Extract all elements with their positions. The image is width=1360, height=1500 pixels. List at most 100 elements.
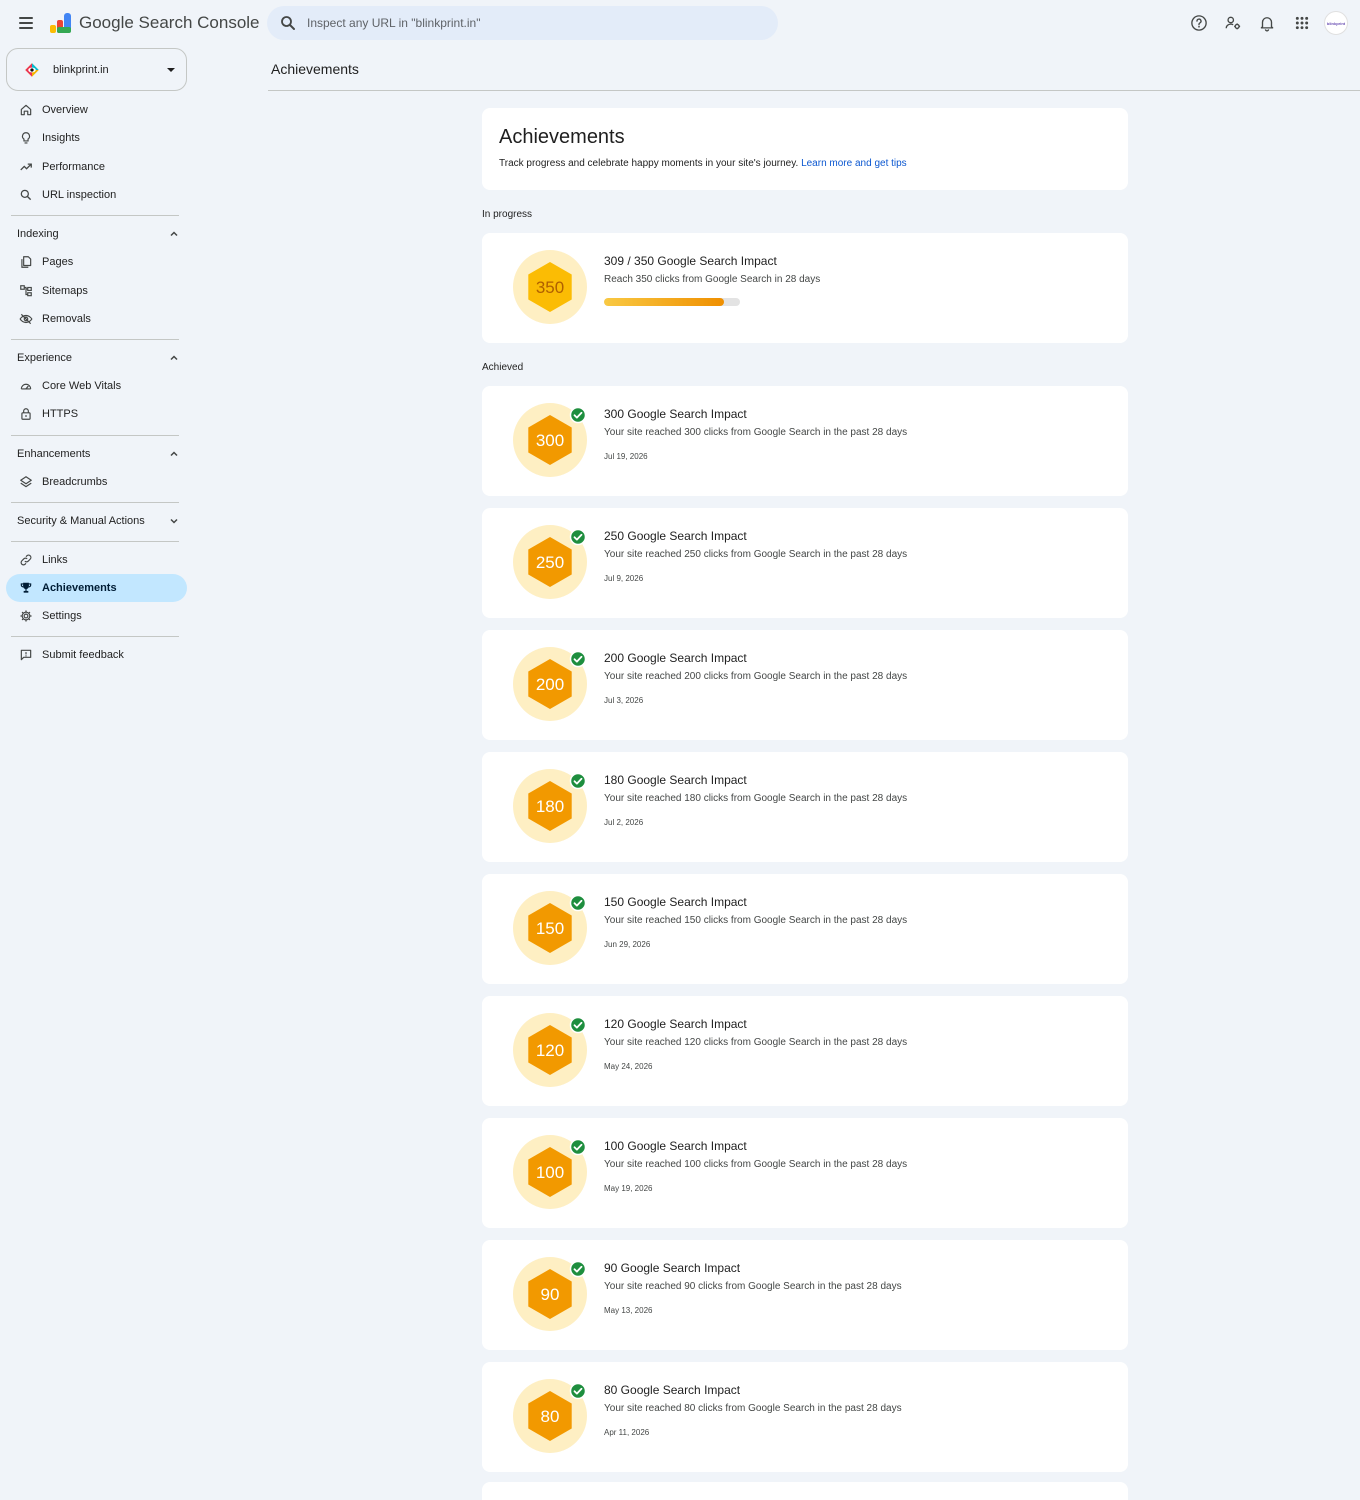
achievement-title: 250 Google Search Impact [604,529,747,543]
sidebar-item-performance[interactable]: Performance [6,153,187,181]
caret-down-icon [167,68,175,72]
apps-grid-icon[interactable] [1291,12,1313,34]
header-subtitle: Track progress and celebrate happy momen… [499,158,907,169]
chevron-up-icon [170,355,178,361]
sidebar-item-https[interactable]: HTTPS [6,400,187,428]
url-inspection-search[interactable] [267,6,778,40]
chevron-down-icon [170,518,178,524]
hexagon-badge-icon: 300 [513,403,587,477]
hexagon-badge-icon: 200 [513,647,587,721]
main-menu-button[interactable] [14,11,38,35]
hexagon-badge-icon: 150 [513,891,587,965]
manage-users-icon[interactable] [1222,12,1244,34]
achievement-date: May 19, 2026 [604,1184,653,1193]
achievement-description: Your site reached 180 clicks from Google… [604,793,908,804]
hexagon-badge-icon: 180 [513,769,587,843]
sidebar-section-enhancements[interactable]: Enhancements [6,442,187,466]
sidebar-item-label: Achievements [42,582,117,594]
check-circle-icon [569,894,587,912]
property-selector[interactable]: blinkprint.in [6,48,187,91]
avatar-text: blinkprint [1326,20,1346,26]
hexagon-badge-icon: 100 [513,1135,587,1209]
settings-icon [18,608,34,624]
achievement-date: Jun 29, 2026 [604,940,651,949]
achievement-title: 150 Google Search Impact [604,895,747,909]
achievement-card: 120 120 Google Search Impact Your site rea… [482,996,1128,1106]
sidebar-item-pages[interactable]: Pages [6,248,187,276]
property-name: blinkprint.in [53,64,109,76]
sidebar-item-achievements[interactable]: Achievements [6,574,187,602]
sidebar-item-submit-feedback[interactable]: Submit feedback [6,641,187,669]
achievement-card: 80 80 Google Search Impact Your site reach… [482,1362,1128,1472]
sidebar-item-insights[interactable]: Insights [6,124,187,152]
sidebar-item-label: Insights [42,132,80,144]
sidebar-item-removals[interactable]: Removals [6,305,187,333]
trending-up-icon [18,159,34,175]
achievement-description: Your site reached 120 clicks from Google… [604,1037,908,1048]
sidebar-section-indexing[interactable]: Indexing [6,222,187,246]
achievement-card: 300 300 Google Search Impact Your site rea… [482,386,1128,496]
layers-icon [18,474,34,490]
learn-more-link[interactable]: Learn more and get tips [801,158,907,169]
sidebar-item-label: HTTPS [42,408,79,420]
sidebar-divider [11,636,179,637]
sidebar-section-experience[interactable]: Experience [6,346,187,370]
check-circle-icon [569,772,587,790]
sidebar-divider [11,339,179,340]
notifications-icon[interactable] [1256,12,1278,34]
achievement-card: 150 150 Google Search Impact Your site rea… [482,874,1128,984]
achievement-card: 100 100 Google Search Impact Your site rea… [482,1118,1128,1228]
trophy-icon [18,580,34,596]
check-circle-icon [569,1138,587,1156]
section-label: Indexing [17,228,59,240]
app-title[interactable]: Google Search Console [79,13,260,33]
search-icon [281,16,295,30]
hexagon-badge-icon: 120 [513,1013,587,1087]
pages-icon [18,254,34,270]
link-icon [18,552,34,568]
progress-fill [604,298,725,306]
achievement-date: May 24, 2026 [604,1062,653,1071]
check-circle-icon [569,1260,587,1278]
page-title: Achievements [271,61,359,77]
search-input[interactable] [307,6,767,40]
sidebar-item-label: Removals [42,313,91,325]
sidebar-item-url-inspection[interactable]: URL inspection [6,181,187,209]
achievement-card: 250 250 Google Search Impact Your site rea… [482,508,1128,618]
achievement-title: 90 Google Search Impact [604,1261,741,1275]
hexagon-badge-icon: 250 [513,525,587,599]
check-circle-icon [569,406,587,424]
sidebar-item-overview[interactable]: Overview [6,96,187,124]
achievement-date: Jul 9, 2026 [604,574,644,583]
badge-number: 200 [536,675,564,694]
badge-number: 120 [536,1041,564,1060]
achievement-date: May 13, 2026 [604,1306,653,1315]
achievement-description: Your site reached 150 clicks from Google… [604,915,908,926]
achievement-date: Jul 2, 2026 [604,818,644,827]
sidebar-item-label: URL inspection [42,189,117,201]
help-icon[interactable] [1188,12,1210,34]
visibility-off-icon [18,311,34,327]
achievement-description: Your site reached 80 clicks from Google … [604,1403,902,1414]
sidebar-item-breadcrumbs[interactable]: Breadcrumbs [6,468,187,496]
sidebar-item-core-web-vitals[interactable]: Core Web Vitals [6,372,187,400]
achievement-description: Your site reached 200 clicks from Google… [604,671,908,682]
header-title: Achievements [499,126,625,148]
sidebar-item-links[interactable]: Links [6,546,187,574]
sidebar-item-label: Core Web Vitals [42,380,122,392]
achievement-description: Your site reached 250 clicks from Google… [604,549,908,560]
account-avatar[interactable]: blinkprint [1324,11,1348,35]
sidebar-item-settings[interactable]: Settings [6,602,187,630]
achievement-title: 309 / 350 Google Search Impact [604,254,777,268]
sidebar-item-sitemaps[interactable]: Sitemaps [6,277,187,305]
sidebar-section-security[interactable]: Security & Manual Actions [6,509,187,533]
sidebar-divider [11,541,179,542]
achievement-title: 200 Google Search Impact [604,651,747,665]
chevron-up-icon [170,451,178,457]
in-progress-label: In progress [482,209,533,220]
achievement-title: 120 Google Search Impact [604,1017,747,1031]
sidebar-divider [11,215,179,216]
sidebar-item-label: Pages [42,256,74,268]
check-circle-icon [569,1382,587,1400]
achievement-date: Apr 11, 2026 [604,1428,650,1437]
